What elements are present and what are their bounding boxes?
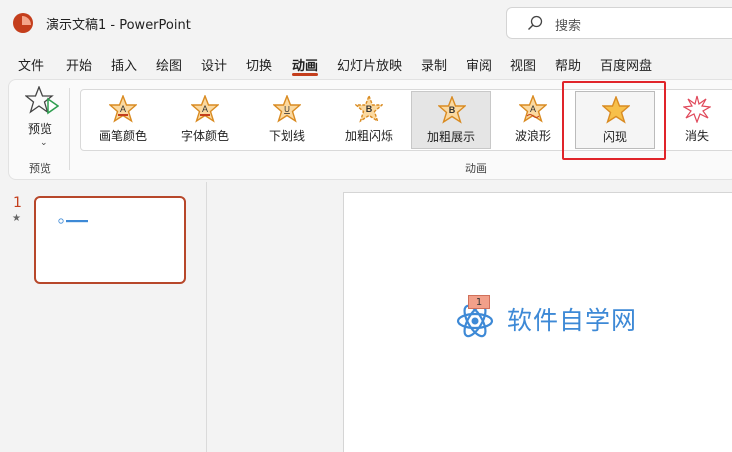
star-effect-icon: A [519, 95, 547, 123]
group-label-animation: 动画 [465, 162, 487, 175]
effect-letter: A [202, 104, 208, 114]
effect-label: 波浪形 [514, 129, 551, 143]
star-effect-icon: A [109, 95, 137, 123]
window-title: 演示文稿1 - PowerPoint [46, 18, 191, 33]
effect-label: 下划线 [268, 129, 305, 143]
animation-order-badge[interactable]: 1 [468, 295, 490, 309]
effect-font-color[interactable]: A 字体颜色 [165, 91, 245, 149]
animation-marker-icon: ★ [12, 213, 21, 224]
slide-canvas[interactable]: 1 软件自学网 [343, 192, 732, 452]
effect-bold-reveal[interactable]: B 加粗展示 [411, 91, 491, 149]
group-separator [69, 88, 70, 170]
effect-brush-color[interactable]: A 画笔颜色 [83, 91, 163, 149]
tab-slideshow[interactable]: 幻灯片放映 [337, 55, 402, 74]
search-icon [528, 15, 543, 30]
tab-animations[interactable]: 动画 [292, 55, 318, 74]
highlight-box [562, 81, 666, 160]
group-label-preview: 预览 [29, 162, 51, 175]
slide-logo-text[interactable]: 软件自学网 [507, 301, 637, 337]
effect-wave[interactable]: A 波浪形 [493, 91, 573, 149]
tab-insert[interactable]: 插入 [111, 55, 137, 74]
tab-record[interactable]: 录制 [421, 55, 447, 74]
tab-review[interactable]: 审阅 [466, 55, 492, 74]
preview-star-icon [25, 86, 59, 115]
effect-letter: A [530, 104, 536, 114]
effect-label: 消失 [684, 129, 709, 143]
effect-label: 画笔颜色 [98, 129, 147, 143]
slide-thumbnail[interactable] [34, 196, 186, 284]
chevron-down-icon[interactable]: ⌄ [40, 138, 48, 148]
tab-draw[interactable]: 绘图 [156, 55, 182, 74]
starburst-effect-icon [683, 95, 711, 123]
effect-disappear[interactable]: 消失 [657, 91, 732, 149]
star-effect-icon: A [191, 95, 219, 123]
active-tab-indicator [292, 73, 318, 76]
effect-label: 字体颜色 [180, 129, 229, 143]
star-effect-icon: U [273, 95, 301, 123]
tab-home[interactable]: 开始 [66, 55, 92, 74]
effect-label: 加粗展示 [426, 130, 475, 144]
starburst-effect-icon: B [355, 95, 383, 123]
tab-baidu-netdisk[interactable]: 百度网盘 [600, 55, 652, 74]
tab-transitions[interactable]: 切换 [246, 55, 272, 74]
effect-bold-flash[interactable]: B 加粗闪烁 [329, 91, 409, 149]
powerpoint-window: 演示文稿1 - PowerPoint 搜索 文件 开始 插入 绘图 设计 切换 … [0, 0, 732, 452]
title-bar: 演示文稿1 - PowerPoint 搜索 [0, 0, 732, 46]
effect-underline[interactable]: U 下划线 [247, 91, 327, 149]
tab-view[interactable]: 视图 [510, 55, 536, 74]
effect-letter: A [120, 104, 126, 114]
pane-divider[interactable] [206, 182, 207, 452]
effect-label: 加粗闪烁 [344, 129, 393, 143]
tab-help[interactable]: 帮助 [555, 55, 581, 74]
powerpoint-logo-icon [13, 13, 33, 33]
star-effect-icon: B [438, 96, 466, 124]
preview-button[interactable]: 预览 ⌄ [23, 86, 67, 152]
search-input[interactable]: 搜索 [506, 7, 732, 39]
effect-letter: U [284, 105, 290, 114]
effect-letter: B [366, 104, 373, 114]
ribbon-tabs: 文件 开始 插入 绘图 设计 切换 动画 幻灯片放映 录制 审阅 视图 帮助 百… [0, 50, 732, 76]
preview-label: 预览 [28, 122, 53, 136]
thumbnail-logo-icon [58, 218, 88, 224]
effect-letter: B [449, 105, 456, 115]
search-placeholder: 搜索 [555, 19, 582, 34]
slide-number: 1 [13, 195, 22, 211]
tab-design[interactable]: 设计 [201, 55, 227, 74]
tab-file[interactable]: 文件 [18, 55, 44, 74]
